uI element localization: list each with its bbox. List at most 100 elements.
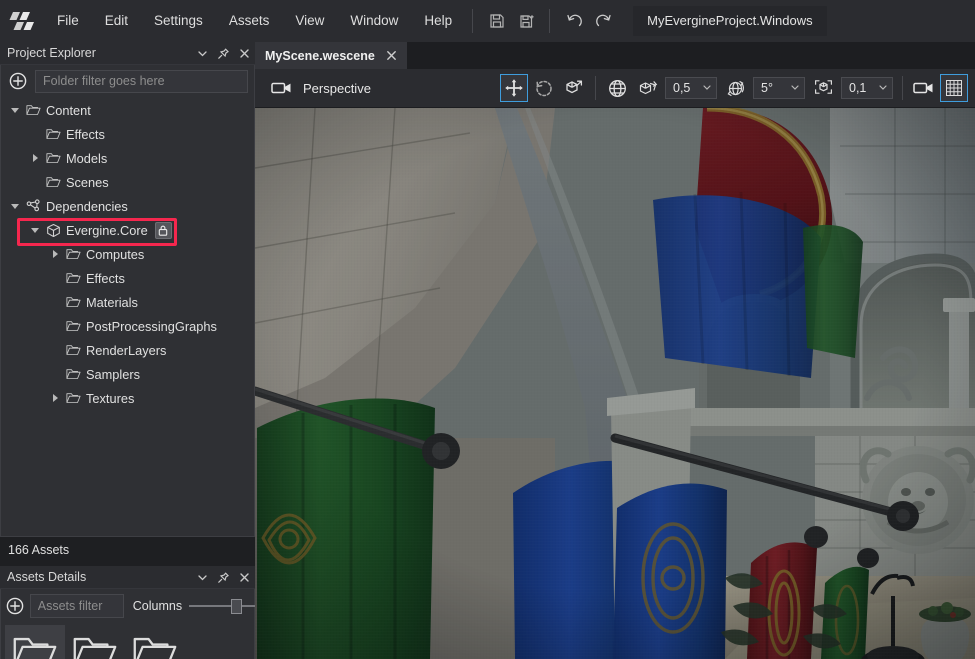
camera-preview-icon[interactable] bbox=[910, 74, 938, 102]
tree-item-models[interactable]: Models bbox=[1, 146, 254, 170]
add-asset-icon[interactable] bbox=[5, 593, 26, 619]
columns-slider-handle[interactable] bbox=[231, 598, 243, 614]
menu-window[interactable]: Window bbox=[337, 0, 411, 42]
chevron-down-icon[interactable] bbox=[27, 218, 43, 242]
tree-item-effects[interactable]: Effects bbox=[1, 122, 254, 146]
tree-item-renderlayers[interactable]: RenderLayers bbox=[1, 338, 254, 362]
tree-item-label: Effects bbox=[66, 126, 105, 142]
snap-translate-icon[interactable] bbox=[633, 74, 661, 102]
close-icon[interactable] bbox=[384, 48, 399, 63]
tree-item-materials[interactable]: Materials bbox=[1, 290, 254, 314]
menu-assets[interactable]: Assets bbox=[216, 0, 283, 42]
menu-settings[interactable]: Settings bbox=[141, 0, 216, 42]
tree-item-label: RenderLayers bbox=[86, 342, 167, 358]
tree-item-label: Computes bbox=[86, 246, 145, 262]
menu-help[interactable]: Help bbox=[411, 0, 465, 42]
snap-rotate-value: 5° bbox=[761, 81, 773, 95]
project-tree: Content Effects Models Scenes Dependencies Ev… bbox=[1, 97, 254, 410]
chevron-right-icon[interactable] bbox=[47, 386, 63, 410]
redo-icon[interactable] bbox=[589, 0, 619, 42]
asset-tile-scenes[interactable]: Scenes bbox=[125, 625, 185, 659]
project-explorer-title: Project Explorer bbox=[7, 46, 96, 60]
pin-icon[interactable] bbox=[213, 42, 234, 64]
tree-item-evergine-core[interactable]: Evergine.Core bbox=[1, 218, 254, 242]
asset-tile-models[interactable]: Models bbox=[65, 625, 125, 659]
tree-item-content[interactable]: Content bbox=[1, 98, 254, 122]
menu-view[interactable]: View bbox=[282, 0, 337, 42]
toolbar-divider-1 bbox=[472, 9, 474, 33]
snap-scale-combo[interactable]: 0,1 bbox=[841, 77, 893, 99]
evergine-logo-icon[interactable] bbox=[0, 0, 44, 42]
columns-slider[interactable] bbox=[189, 596, 265, 616]
tree-item-effects[interactable]: Effects bbox=[1, 266, 254, 290]
tree-item-label: Samplers bbox=[86, 366, 141, 382]
chevron-down-icon[interactable] bbox=[7, 98, 23, 122]
tab-myscene[interactable]: MyScene.wescene bbox=[255, 42, 407, 69]
close-icon[interactable] bbox=[234, 566, 255, 588]
tree-item-dependencies[interactable]: Dependencies bbox=[1, 194, 254, 218]
folder-icon bbox=[63, 296, 83, 308]
snap-rotate-combo[interactable]: 5° bbox=[753, 77, 805, 99]
folder-icon bbox=[12, 634, 58, 659]
chevron-down-icon[interactable] bbox=[790, 79, 800, 97]
folder-icon bbox=[63, 320, 83, 332]
camera-icon[interactable] bbox=[267, 80, 297, 96]
global-space-icon[interactable] bbox=[603, 74, 631, 102]
assets-count-label: 166 Assets bbox=[0, 537, 255, 563]
chevron-right-icon[interactable] bbox=[27, 146, 43, 170]
add-folder-icon[interactable] bbox=[5, 68, 31, 94]
undo-icon[interactable] bbox=[559, 0, 589, 42]
tree-item-label: Dependencies bbox=[46, 198, 128, 214]
tree-item-label: Materials bbox=[86, 294, 138, 310]
tree-item-postprocessinggraphs[interactable]: PostProcessingGraphs bbox=[1, 314, 254, 338]
assets-details-title: Assets Details bbox=[7, 570, 87, 584]
folder-icon bbox=[63, 248, 83, 260]
columns-label: Columns bbox=[132, 598, 183, 613]
chevron-down-icon[interactable] bbox=[878, 79, 888, 97]
asset-tile-effects[interactable]: Effects bbox=[5, 625, 65, 659]
viewport-render bbox=[255, 108, 975, 659]
scale-gizmo-icon[interactable] bbox=[560, 74, 588, 102]
tree-item-textures[interactable]: Textures bbox=[1, 386, 254, 410]
tree-item-samplers[interactable]: Samplers bbox=[1, 362, 254, 386]
toolbar-divider-4 bbox=[902, 76, 903, 100]
menu-edit[interactable]: Edit bbox=[92, 0, 141, 42]
tree-indent-spacer bbox=[27, 170, 43, 194]
assets-filter-input[interactable] bbox=[29, 593, 124, 618]
snap-rotate-icon[interactable] bbox=[721, 74, 749, 102]
chevron-down-icon[interactable] bbox=[702, 79, 712, 97]
save-icon[interactable] bbox=[482, 0, 512, 42]
snap-translate-combo[interactable]: 0,5 bbox=[665, 77, 717, 99]
snap-scale-value: 0,1 bbox=[849, 81, 867, 95]
camera-mode-label[interactable]: Perspective bbox=[303, 81, 371, 96]
rotate-gizmo-icon[interactable] bbox=[530, 74, 558, 102]
left-dock: Project Explorer Folder filter goes here… bbox=[0, 42, 265, 659]
lock-icon bbox=[154, 221, 172, 239]
project-name-field[interactable]: MyEvergineProject.Windows bbox=[633, 6, 827, 36]
folder-icon bbox=[63, 392, 83, 404]
tree-item-label: Evergine.Core bbox=[66, 222, 148, 238]
chevron-down-icon[interactable] bbox=[192, 42, 213, 64]
folder-icon bbox=[43, 128, 63, 140]
tree-item-label: Scenes bbox=[66, 174, 109, 190]
tree-item-computes[interactable]: Computes bbox=[1, 242, 254, 266]
chevron-down-icon[interactable] bbox=[192, 566, 213, 588]
snap-translate-value: 0,5 bbox=[673, 81, 691, 95]
chevron-right-icon[interactable] bbox=[47, 242, 63, 266]
folder-icon bbox=[43, 152, 63, 164]
assets-details-body: Columns EffectsModelsScenes bbox=[0, 589, 265, 659]
folder-icon bbox=[72, 634, 118, 659]
scene-viewport[interactable] bbox=[255, 108, 975, 659]
translate-gizmo-icon[interactable] bbox=[500, 74, 528, 102]
viewport-toolbar: Perspective 0,5 5° 0,1 bbox=[255, 69, 975, 108]
chevron-down-icon[interactable] bbox=[7, 194, 23, 218]
snap-scale-icon[interactable] bbox=[809, 74, 837, 102]
tree-indent-spacer bbox=[47, 338, 63, 362]
menu-file[interactable]: File bbox=[44, 0, 92, 42]
tree-item-scenes[interactable]: Scenes bbox=[1, 170, 254, 194]
folder-filter-input[interactable] bbox=[35, 69, 248, 93]
close-icon[interactable] bbox=[234, 42, 255, 64]
pin-icon[interactable] bbox=[213, 566, 234, 588]
grid-icon[interactable] bbox=[940, 74, 968, 102]
save-all-icon[interactable] bbox=[512, 0, 542, 42]
